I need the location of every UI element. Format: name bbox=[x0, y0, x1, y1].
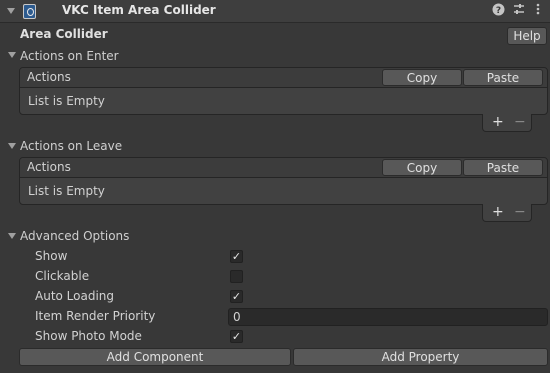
auto-loading-toggle[interactable]: ✓ bbox=[230, 290, 243, 303]
add-property-button[interactable]: Add Property bbox=[293, 348, 548, 366]
photo-mode-label: Show Photo Mode bbox=[35, 329, 142, 343]
list-header: Actions Copy Paste bbox=[20, 68, 547, 88]
copy-button[interactable]: Copy bbox=[382, 69, 462, 86]
actions-on-leave-list: Actions Copy Paste List is Empty bbox=[19, 157, 548, 205]
show-label: Show bbox=[35, 249, 68, 263]
paste-button[interactable]: Paste bbox=[463, 69, 543, 86]
copy-button[interactable]: Copy bbox=[382, 159, 462, 176]
clickable-toggle[interactable] bbox=[230, 270, 243, 283]
preset-sliders-icon[interactable] bbox=[513, 3, 525, 18]
remove-item-minus-icon[interactable]: − bbox=[514, 204, 526, 220]
script-icon bbox=[23, 4, 36, 19]
paste-button[interactable]: Paste bbox=[463, 159, 543, 176]
kebab-menu-icon[interactable] bbox=[536, 3, 540, 18]
foldout-arrow-icon[interactable] bbox=[8, 143, 16, 149]
section-title: Area Collider bbox=[20, 27, 108, 41]
actions-on-enter-list: Actions Copy Paste List is Empty bbox=[19, 67, 548, 115]
render-priority-label: Item Render Priority bbox=[35, 309, 156, 323]
add-component-button[interactable]: Add Component bbox=[19, 348, 291, 366]
list-footer: + − bbox=[482, 204, 532, 222]
list-empty-text: List is Empty bbox=[28, 184, 105, 198]
list-header-label: Actions bbox=[27, 160, 71, 174]
render-priority-field[interactable]: 0 bbox=[228, 308, 548, 326]
auto-loading-label: Auto Loading bbox=[35, 289, 115, 303]
show-toggle[interactable]: ✓ bbox=[230, 250, 243, 263]
list-footer: + − bbox=[482, 114, 532, 132]
list-header: Actions Copy Paste bbox=[20, 158, 547, 178]
actions-on-enter-foldout[interactable]: Actions on Enter bbox=[20, 49, 119, 63]
component-header[interactable]: VKC Item Area Collider ? bbox=[0, 0, 550, 23]
foldout-arrow-icon[interactable] bbox=[7, 8, 15, 14]
actions-on-leave-foldout[interactable]: Actions on Leave bbox=[20, 139, 122, 153]
remove-item-minus-icon[interactable]: − bbox=[514, 114, 526, 130]
add-item-plus-icon[interactable]: + bbox=[492, 114, 504, 130]
list-empty-text: List is Empty bbox=[28, 94, 105, 108]
clickable-label: Clickable bbox=[35, 269, 90, 283]
foldout-arrow-icon[interactable] bbox=[8, 52, 16, 58]
list-header-label: Actions bbox=[27, 70, 71, 84]
foldout-arrow-icon[interactable] bbox=[8, 233, 16, 239]
add-item-plus-icon[interactable]: + bbox=[492, 204, 504, 220]
advanced-options-foldout[interactable]: Advanced Options bbox=[20, 229, 129, 243]
help-question-icon[interactable]: ? bbox=[492, 3, 505, 19]
component-title: VKC Item Area Collider bbox=[62, 3, 216, 17]
help-button[interactable]: Help bbox=[507, 27, 547, 45]
photo-mode-toggle[interactable]: ✓ bbox=[230, 330, 243, 343]
svg-text:?: ? bbox=[496, 6, 501, 16]
